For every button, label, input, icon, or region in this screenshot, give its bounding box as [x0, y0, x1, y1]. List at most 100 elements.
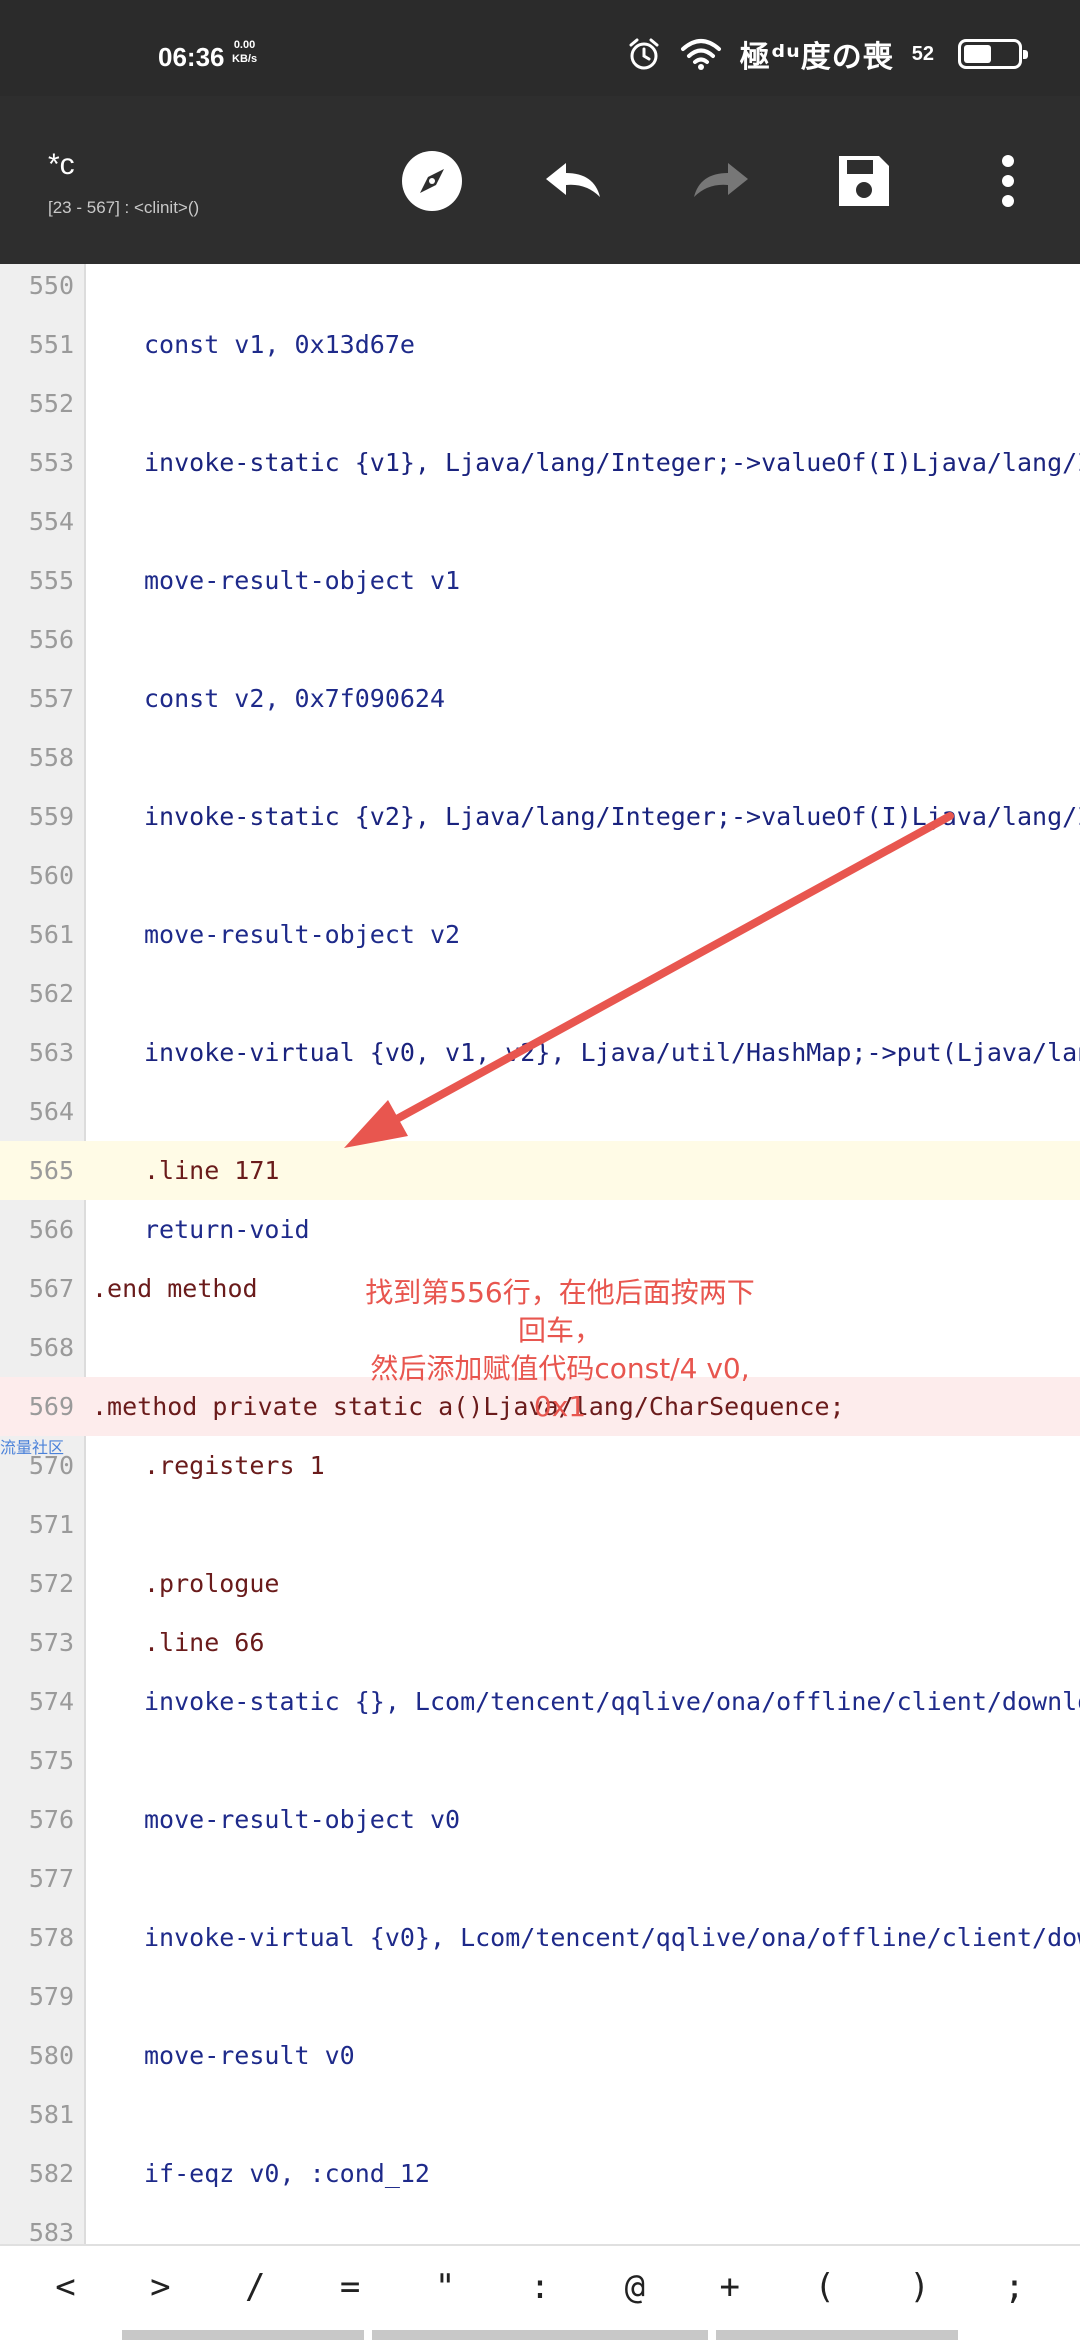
line-number: 557 — [28, 684, 74, 713]
code-line[interactable]: 576 move-result-object v0 — [0, 1790, 1080, 1849]
line-number: 558 — [28, 743, 74, 772]
line-number: 576 — [28, 1805, 74, 1834]
line-number: 551 — [28, 330, 74, 359]
code-line[interactable]: 575 — [0, 1731, 1080, 1790]
symbol-key[interactable]: / — [215, 2267, 295, 2307]
code-line[interactable]: 580 move-result v0 — [0, 2026, 1080, 2085]
code-line[interactable]: 562 — [0, 964, 1080, 1023]
symbol-key[interactable]: ( — [785, 2267, 865, 2307]
code-line[interactable]: 573 .line 66 — [0, 1613, 1080, 1672]
code-line[interactable]: 558 — [0, 728, 1080, 787]
line-number: 555 — [28, 566, 74, 595]
code-text: invoke-static {v2}, Ljava/lang/Integer;-… — [144, 802, 1080, 831]
symbol-key[interactable]: > — [120, 2267, 200, 2307]
code-text: invoke-virtual {v0}, Lcom/tencent/qqlive… — [144, 1923, 1080, 1952]
code-line[interactable]: 577 — [0, 1849, 1080, 1908]
code-line[interactable]: 559 invoke-static {v2}, Ljava/lang/Intege… — [0, 787, 1080, 846]
battery-tip — [1023, 50, 1028, 59]
code-line[interactable]: 581 — [0, 2085, 1080, 2144]
code-line[interactable]: 582 if-eqz v0, :cond_12 — [0, 2144, 1080, 2203]
editor-toolbar: *c [23 - 567] : <clinit>() — [0, 96, 1080, 264]
line-number: 571 — [28, 1510, 74, 1539]
line-number: 579 — [28, 1982, 74, 2011]
more-vert-icon — [1002, 155, 1014, 207]
code-line[interactable]: 560 — [0, 846, 1080, 905]
symbol-key[interactable]: = — [310, 2267, 390, 2307]
code-line[interactable]: 556 — [0, 610, 1080, 669]
code-line[interactable]: 574 invoke-static {}, Lcom/tencent/qqlive… — [0, 1672, 1080, 1731]
code-line[interactable]: 570 .registers 1 — [0, 1436, 1080, 1495]
symbol-key[interactable]: @ — [595, 2267, 675, 2307]
line-number: 560 — [28, 861, 74, 890]
line-number: 582 — [28, 2159, 74, 2188]
compass-icon — [402, 151, 462, 211]
code-line[interactable]: 583 — [0, 2203, 1080, 2244]
undo-button[interactable] — [540, 146, 610, 216]
line-number: 580 — [28, 2041, 74, 2070]
code-line[interactable]: 565 .line 171 — [0, 1141, 1080, 1200]
status-time: 06:36 — [158, 42, 225, 72]
carrier-name: 極ᵈᵘ度の喪 — [739, 40, 894, 75]
line-number: 565 — [28, 1156, 74, 1185]
line-number: 550 — [28, 271, 74, 300]
symbol-key[interactable]: ) — [880, 2267, 960, 2307]
code-line[interactable]: 555 move-result-object v1 — [0, 551, 1080, 610]
code-line[interactable]: 572 .prologue — [0, 1554, 1080, 1613]
code-text: return-void — [144, 1215, 310, 1244]
battery-icon — [958, 39, 1028, 69]
code-text: invoke-static {}, Lcom/tencent/qqlive/on… — [144, 1687, 1080, 1716]
code-lines: 550 551 const v1, 0x13d67e 552 553 invoke-sta… — [0, 264, 1080, 2244]
wifi-icon — [680, 37, 722, 71]
status-bar: 06:36 0.00 KB/s 極ᵈᵘ度の喪 52 — [0, 0, 1080, 96]
symbol-keys: < > / = ": @ + (); — [0, 2246, 1080, 2328]
code-line[interactable]: 552 — [0, 374, 1080, 433]
watermark-text: 流量社区 — [0, 1438, 65, 1457]
line-number: 573 — [28, 1628, 74, 1657]
code-line[interactable]: 566 return-void — [0, 1200, 1080, 1259]
save-icon — [839, 156, 889, 206]
redo-icon — [694, 163, 748, 197]
symbol-key[interactable]: < — [25, 2267, 105, 2307]
code-line[interactable]: 554 — [0, 492, 1080, 551]
line-number: 564 — [28, 1097, 74, 1126]
code-line[interactable]: 579 — [0, 1967, 1080, 2026]
network-speed: 0.00 KB/s — [232, 38, 257, 66]
network-speed-unit: KB/s — [232, 53, 258, 65]
code-line[interactable]: 557 const v2, 0x7f090624 — [0, 669, 1080, 728]
scroll-segment — [716, 2330, 958, 2340]
battery-percent: 52 — [911, 42, 934, 65]
annotation-note-line1: 找到第556行，在他后面按两下回车， — [365, 1276, 755, 1347]
code-line[interactable]: 551 const v1, 0x13d67e — [0, 315, 1080, 374]
line-number: 553 — [28, 448, 74, 477]
code-editor[interactable]: 550 551 const v1, 0x13d67e 552 553 invoke-sta… — [0, 264, 1080, 2244]
code-text: if-eqz v0, :cond_12 — [144, 2159, 430, 2188]
line-number: 567 — [28, 1274, 74, 1303]
more-options-button[interactable] — [973, 146, 1043, 216]
navigate-button[interactable] — [397, 146, 467, 216]
redo-button[interactable] — [684, 146, 754, 216]
status-icons: 極ᵈᵘ度の喪 52 — [626, 34, 1028, 75]
symbol-key[interactable]: ; — [975, 2267, 1055, 2307]
line-number: 554 — [28, 507, 74, 536]
annotation-note: 找到第556行，在他后面按两下回车， 然后添加赋值代码const/4 v0, 0… — [360, 1274, 760, 1426]
code-text: .line 171 — [144, 1156, 280, 1185]
code-line[interactable]: 561 move-result-object v2 — [0, 905, 1080, 964]
symbol-key[interactable]: " — [405, 2267, 485, 2307]
code-line[interactable]: 563 invoke-virtual {v0, v1, v2}, Ljava/ut… — [0, 1023, 1080, 1082]
code-text: .end method — [92, 1274, 258, 1303]
alarm-icon — [626, 36, 662, 72]
symbol-key[interactable]: + — [690, 2267, 770, 2307]
code-line[interactable]: 578 invoke-virtual {v0}, Lcom/tencent/qql… — [0, 1908, 1080, 1967]
code-text: move-result-object v1 — [144, 566, 461, 595]
code-line[interactable]: 571 — [0, 1495, 1080, 1554]
code-line[interactable]: 553 invoke-static {v1}, Ljava/lang/Intege… — [0, 433, 1080, 492]
line-number: 572 — [28, 1569, 74, 1598]
symbol-key[interactable]: : — [500, 2267, 580, 2307]
method-range-subtitle: [23 - 567] : <clinit>() — [48, 198, 200, 217]
code-text: move-result-object v2 — [144, 920, 461, 949]
save-button[interactable] — [829, 146, 899, 216]
line-number: 559 — [28, 802, 74, 831]
line-number: 563 — [28, 1038, 74, 1067]
code-line[interactable]: 564 — [0, 1082, 1080, 1141]
code-line[interactable]: 550 — [0, 264, 1080, 315]
